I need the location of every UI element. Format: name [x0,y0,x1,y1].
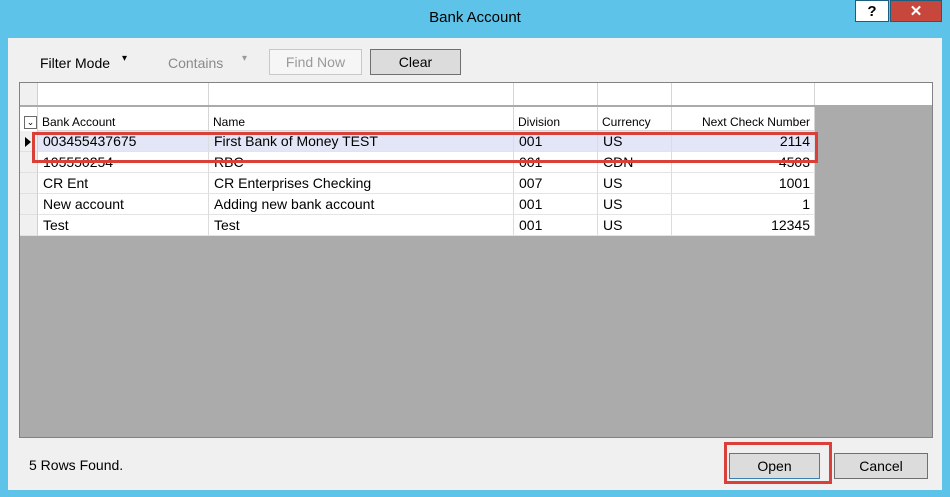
column-header-bank-account[interactable]: Bank Account [38,107,209,131]
row-selector[interactable] [20,194,38,215]
cell-next-check-number[interactable]: 1 [672,194,815,215]
grid-header: ⌄ Bank Account Name Division Currency Ne… [20,107,932,131]
bank-account-dialog: Bank Account ? ✕ Filter Mode ▾ Contains … [0,0,950,497]
cell-currency[interactable]: US [598,215,672,236]
cell-bank-account[interactable]: Test [38,215,209,236]
column-header-name[interactable]: Name [209,107,514,131]
cell-next-check-number[interactable]: 1001 [672,173,815,194]
column-header-division[interactable]: Division [514,107,598,131]
cell-currency[interactable]: US [598,194,672,215]
column-header-next-check-number[interactable]: Next Check Number [672,107,815,131]
cell-division[interactable]: 007 [514,173,598,194]
cell-name[interactable]: CR Enterprises Checking [209,173,514,194]
row-selector[interactable] [20,215,38,236]
column-header-currency[interactable]: Currency [598,107,672,131]
filter-cell-division[interactable] [514,83,598,105]
filter-mode-dropdown[interactable]: Filter Mode [40,55,110,71]
find-now-button[interactable]: Find Now [269,49,362,75]
filter-row-selector [20,83,38,105]
filter-mode-arrow-icon[interactable]: ▾ [122,53,127,64]
table-row[interactable]: CR Ent CR Enterprises Checking 007 US 10… [20,173,815,194]
table-row[interactable]: New account Adding new bank account 001 … [20,194,815,215]
contains-arrow-icon[interactable]: ▾ [242,53,247,64]
rows-found-status: 5 Rows Found. [29,457,124,473]
grid-filter-row [20,83,932,105]
filter-cell-bank-account[interactable] [38,83,209,105]
contains-dropdown[interactable]: Contains [168,55,223,71]
clear-button[interactable]: Clear [370,49,461,75]
filter-cell-empty [815,83,932,105]
filter-cell-currency[interactable] [598,83,672,105]
cell-bank-account[interactable]: New account [38,194,209,215]
cell-currency[interactable]: US [598,173,672,194]
cancel-button[interactable]: Cancel [834,453,928,479]
cell-division[interactable]: 001 [514,215,598,236]
current-row-arrow-icon [25,137,31,147]
chevron-down-icon[interactable]: ⌄ [24,116,37,129]
cell-next-check-number[interactable]: 12345 [672,215,815,236]
window-title: Bank Account [429,9,521,26]
close-button[interactable]: ✕ [890,0,942,22]
filter-cell-name[interactable] [209,83,514,105]
title-bar[interactable]: Bank Account ? ✕ [0,0,950,38]
table-row[interactable]: Test Test 001 US 12345 [20,215,815,236]
dialog-content: Filter Mode ▾ Contains ▾ Find Now Clear … [8,38,942,490]
selected-row-highlight [32,132,818,163]
cell-bank-account[interactable]: CR Ent [38,173,209,194]
column-chooser[interactable]: ⌄ [20,107,38,131]
cell-division[interactable]: 001 [514,194,598,215]
cell-name[interactable]: Test [209,215,514,236]
cell-name[interactable]: Adding new bank account [209,194,514,215]
filter-cell-next-check[interactable] [672,83,815,105]
help-button[interactable]: ? [855,0,889,22]
row-selector[interactable] [20,173,38,194]
open-button-highlight [724,442,832,484]
